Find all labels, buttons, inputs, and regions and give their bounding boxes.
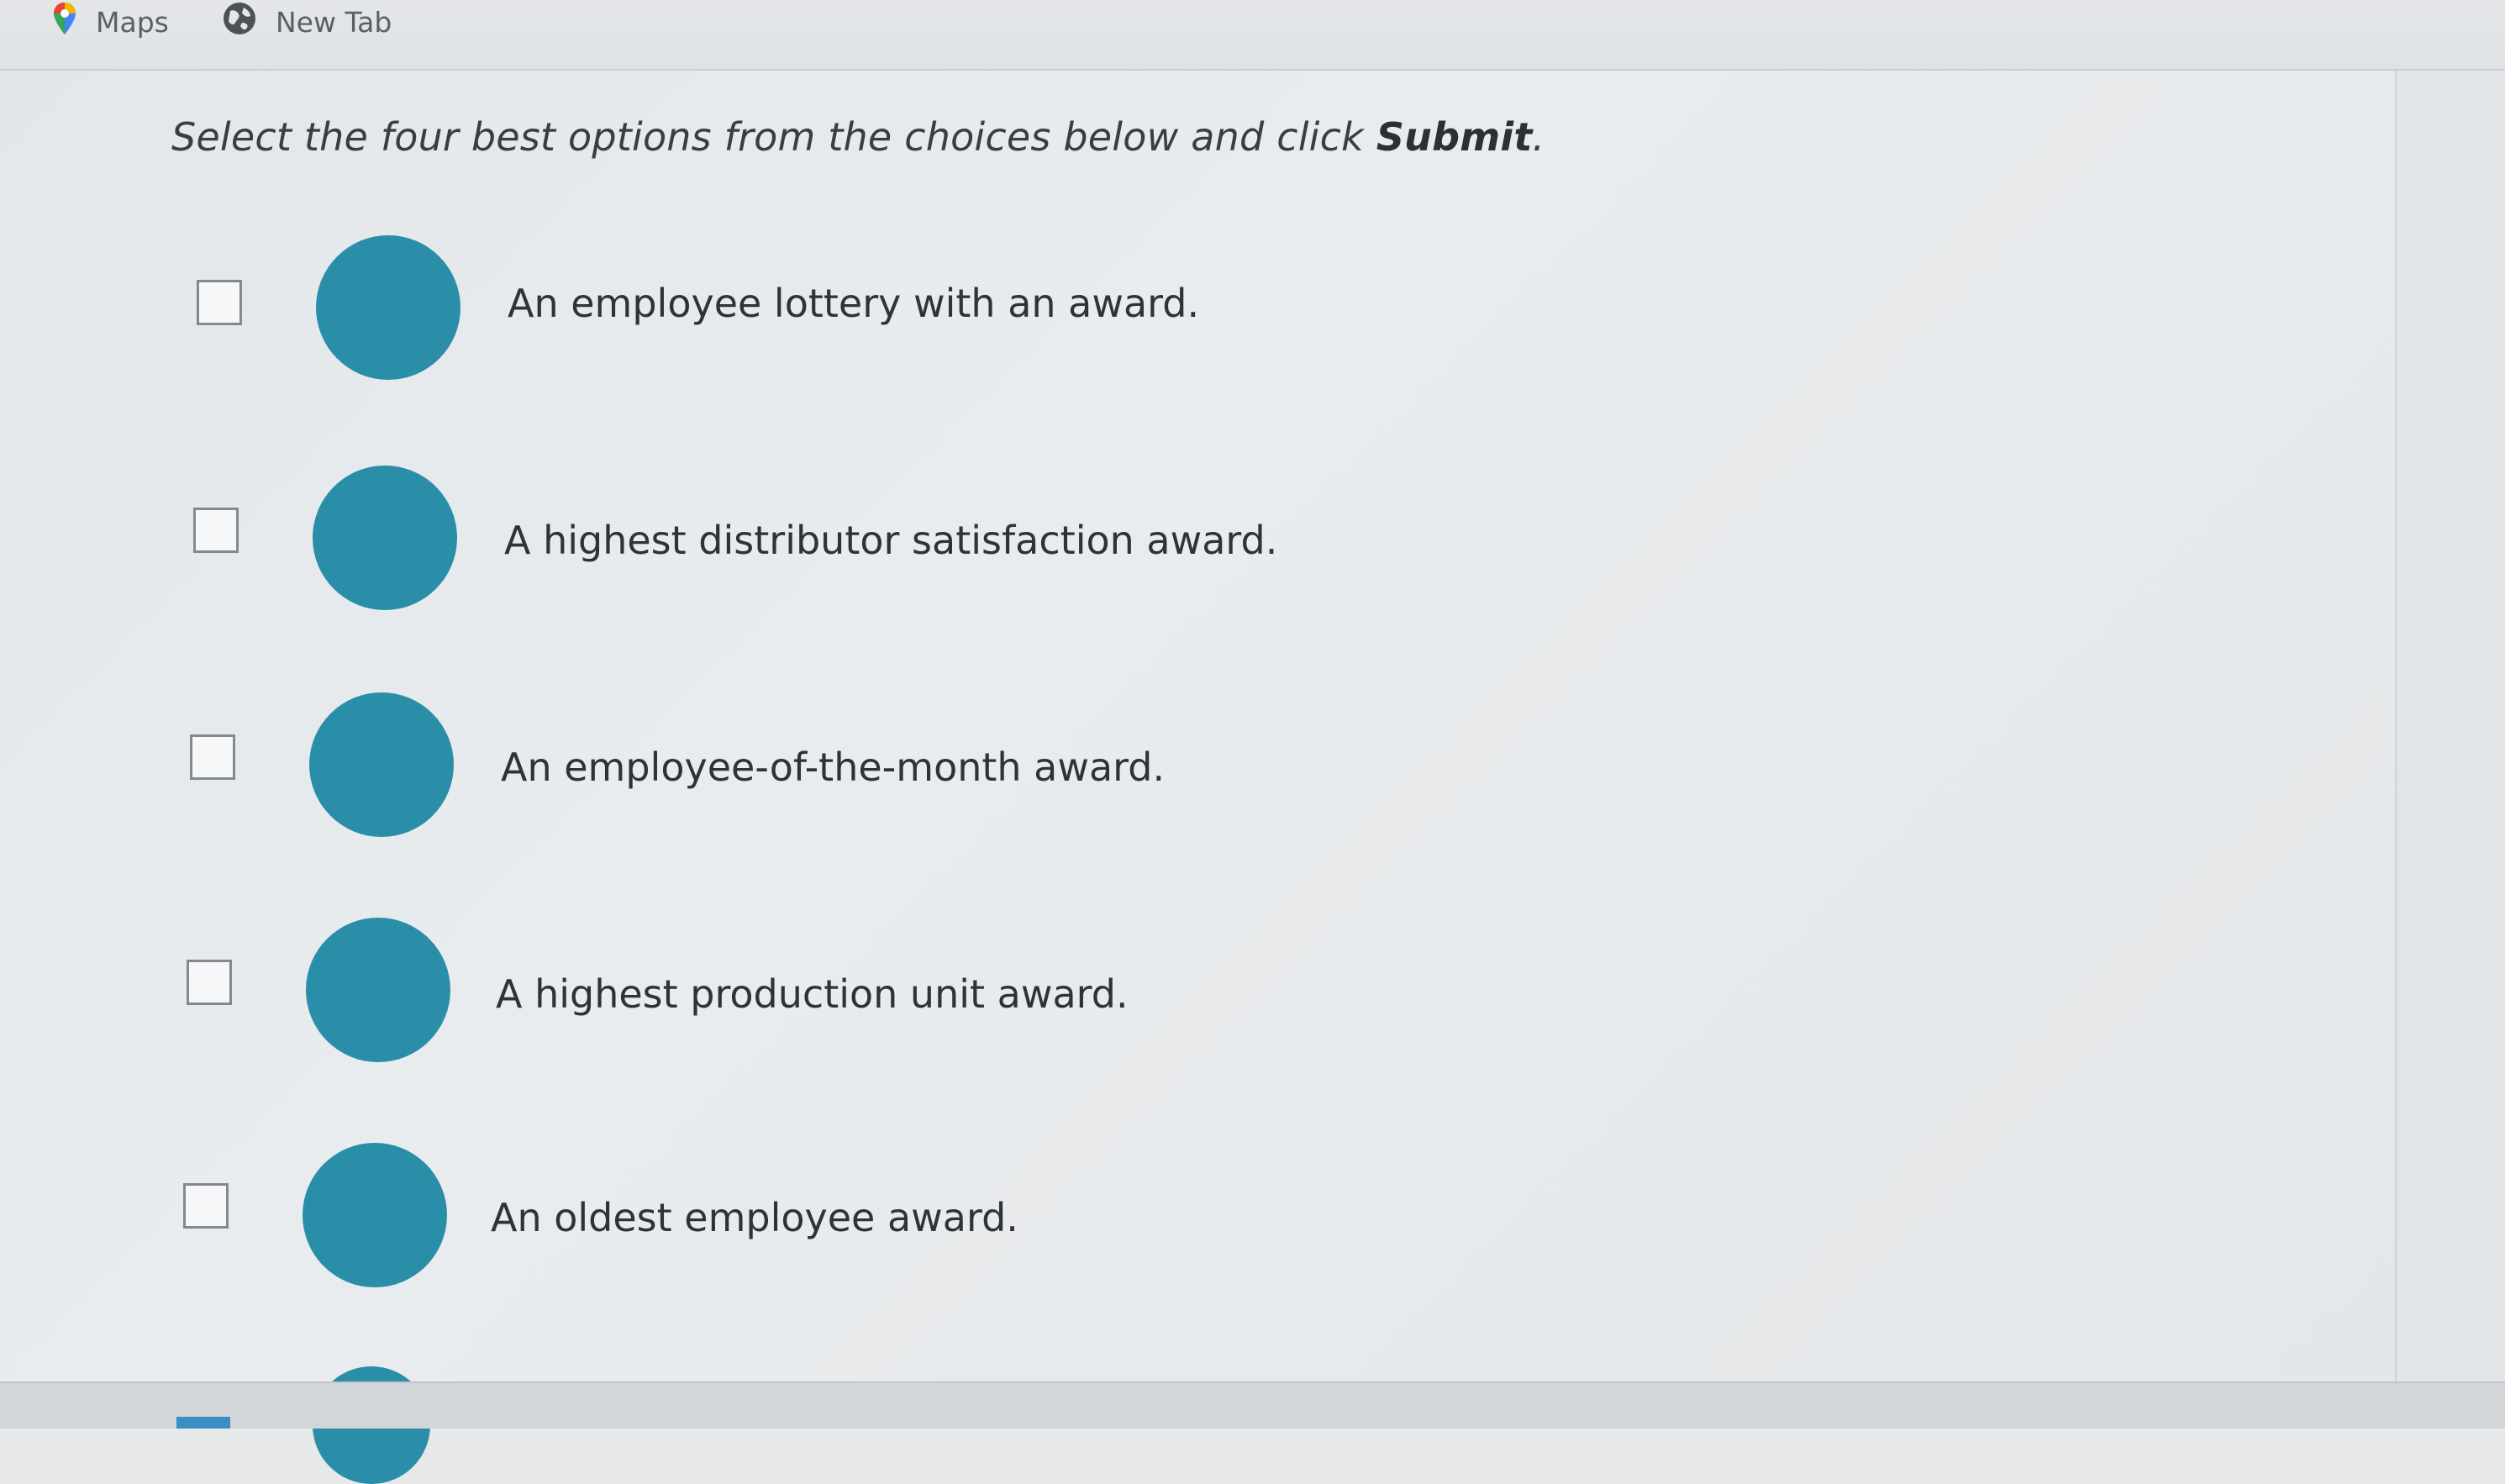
instruction-submit-word: Submit [1376, 114, 1533, 160]
option-checkbox[interactable] [187, 960, 232, 1005]
option-marker-circle[interactable] [313, 466, 457, 610]
option-marker-circle[interactable] [316, 235, 460, 380]
bookmark-new-tab[interactable]: New Tab [222, 0, 392, 44]
answer-option-4[interactable]: A highest production unit award. [0, 918, 2185, 1069]
answer-option-3[interactable]: An employee-of-the-month award. [0, 692, 2185, 844]
option-checkbox[interactable] [193, 508, 239, 553]
bottom-toolbar [0, 1381, 2505, 1429]
instruction-end: . [1532, 114, 1545, 160]
question-panel: Select the four best options from the ch… [0, 71, 2397, 1381]
option-checkbox[interactable] [197, 280, 242, 325]
option-marker-circle[interactable] [309, 692, 454, 837]
scroll-margin [2397, 71, 2505, 1381]
option-label[interactable]: An employee lottery with an award. [508, 281, 1199, 326]
option-label[interactable]: A highest distributor satisfaction award… [504, 518, 1277, 563]
option-label[interactable]: An employee-of-the-month award. [501, 745, 1165, 790]
globe-icon [222, 1, 257, 43]
option-marker-circle[interactable] [303, 1143, 447, 1287]
option-marker-circle[interactable] [306, 918, 450, 1062]
maps-pin-icon [52, 1, 77, 43]
option-label[interactable]: An oldest employee award. [491, 1195, 1018, 1240]
answer-option-5[interactable]: An oldest employee award. [0, 1143, 2185, 1294]
bookmark-new-tab-label: New Tab [276, 5, 392, 39]
option-label[interactable]: A highest production unit award. [496, 971, 1129, 1017]
answer-option-1[interactable]: An employee lottery with an award. [0, 235, 2185, 387]
bookmark-maps-label: Maps [96, 5, 169, 39]
option-checkbox[interactable] [190, 734, 235, 780]
bookmarks-bar: Maps New Tab [0, 0, 2505, 71]
question-instruction: Select the four best options from the ch… [171, 114, 1545, 160]
answer-option-2[interactable]: A highest distributor satisfaction award… [0, 466, 2185, 617]
option-checkbox[interactable] [183, 1183, 229, 1229]
instruction-text: Select the four best options from the ch… [171, 114, 1376, 160]
bookmark-maps[interactable]: Maps [52, 0, 169, 44]
